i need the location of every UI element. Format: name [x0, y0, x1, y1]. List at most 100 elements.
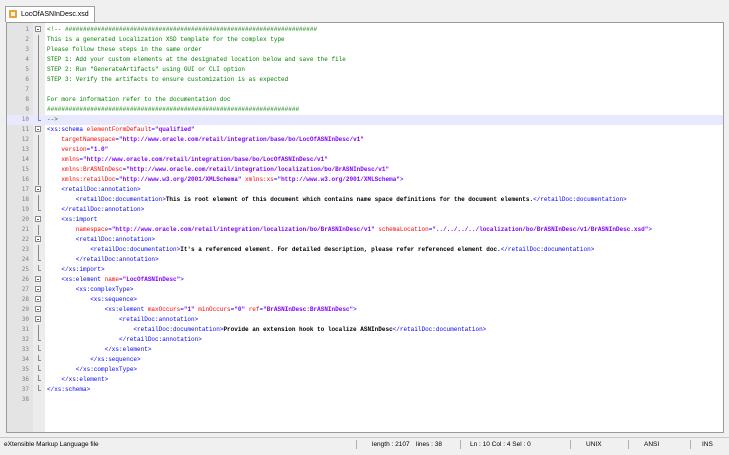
fold-toggle-icon[interactable]: [35, 26, 41, 32]
code-line[interactable]: 38: [7, 395, 723, 405]
code-token: <xs:import: [47, 216, 98, 223]
editor-window: LocOfASNInDesc.xsd 1 <!-- ###############…: [0, 0, 729, 455]
code-line[interactable]: 14 xmlns="http://www.oracle.com/retail/i…: [7, 155, 723, 165]
fold-toggle-icon[interactable]: [35, 126, 41, 132]
code-line[interactable]: 4 STEP 1: Add your custom elements at the…: [7, 55, 723, 65]
code-token: STEP 2: Run "GenerateArtifacts" using GU…: [47, 66, 246, 73]
code-token: <retailDoc:annotation>: [47, 186, 141, 193]
code-token: STEP 3: Verify the artifacts to ensure c…: [47, 76, 289, 83]
code-line[interactable]: 23 <retailDoc:documentation>It's a refer…: [7, 245, 723, 255]
code-token: ########################################…: [47, 106, 300, 113]
fold-toggle-icon[interactable]: [35, 286, 41, 292]
line-number: 18: [21, 196, 29, 203]
fold-toggle-icon[interactable]: [35, 316, 41, 322]
code-line[interactable]: 32 </retailDoc:annotation>: [7, 335, 723, 345]
code-line[interactable]: 11 <xs:schema elementFormDefault="qualifi…: [7, 125, 723, 135]
code-token: </retailDoc:documentation>: [392, 326, 487, 333]
code-line[interactable]: 28 <xs:sequence>: [7, 295, 723, 305]
code-line[interactable]: 24 </retailDoc:annotation>: [7, 255, 723, 265]
code-text: </xs:element>: [47, 375, 108, 385]
status-eol: UNIX: [586, 441, 602, 448]
code-text: <xs:sequence>: [47, 295, 137, 305]
code-text: version="1.0": [47, 145, 108, 155]
fold-guide-icon: [38, 375, 41, 381]
code-text: <xs:import: [47, 215, 97, 225]
code-line[interactable]: 8 For more information refer to the docum…: [7, 95, 723, 105]
code-line[interactable]: 1 <!-- ##################################…: [7, 25, 723, 35]
code-text: STEP 1: Add your custom elements at the …: [47, 55, 346, 65]
code-line[interactable]: 30 <retailDoc:annotation>: [7, 315, 723, 325]
code-token: </retailDoc:annotation>: [47, 336, 202, 343]
code-line[interactable]: 13 version="1.0": [7, 145, 723, 155]
fold-guide-icon: [38, 355, 41, 361]
fold-guide-icon: [38, 345, 41, 351]
code-line[interactable]: 6 STEP 3: Verify the artifacts to ensure …: [7, 75, 723, 85]
code-editor[interactable]: 1 <!-- ##################################…: [6, 22, 724, 433]
code-line[interactable]: 19 </retailDoc:annotation>: [7, 205, 723, 215]
code-line[interactable]: 27 <xs:complexType>: [7, 285, 723, 295]
line-number: 36: [21, 376, 29, 383]
code-line[interactable]: 7: [7, 85, 723, 95]
code-line[interactable]: 12 targetNamespace="http://www.oracle.co…: [7, 135, 723, 145]
code-line[interactable]: 10 -->: [7, 115, 723, 125]
code-line[interactable]: 5 STEP 2: Run "GenerateArtifacts" using G…: [7, 65, 723, 75]
code-line[interactable]: 3 Please follow these steps in the same o…: [7, 45, 723, 55]
fold-toggle-icon[interactable]: [35, 306, 41, 312]
line-number: 22: [21, 236, 29, 243]
code-text: <retailDoc:documentation>Provide an exte…: [47, 325, 486, 335]
fold-toggle-icon[interactable]: [35, 276, 41, 282]
code-token: "1.0": [90, 146, 109, 153]
code-line[interactable]: 35 </xs:complexType>: [7, 365, 723, 375]
fold-toggle-icon[interactable]: [35, 186, 41, 192]
code-line[interactable]: 17 <retailDoc:annotation>: [7, 185, 723, 195]
code-token: "1": [183, 306, 195, 313]
fold-toggle-icon[interactable]: [35, 236, 41, 242]
code-line[interactable]: 31 <retailDoc:documentation>Provide an e…: [7, 325, 723, 335]
code-text: -->: [47, 115, 58, 125]
fold-guide-icon: [38, 45, 39, 55]
code-token: "http://www.oracle.com/retail/integratio…: [126, 166, 390, 173]
code-line[interactable]: 34 </xs:sequence>: [7, 355, 723, 365]
code-token: </retailDoc:documentation>: [533, 196, 627, 203]
fold-toggle-icon[interactable]: [35, 296, 41, 302]
code-token: version: [47, 146, 87, 153]
code-line[interactable]: 29 <xs:element maxOccurs="1" minOccurs="…: [7, 305, 723, 315]
tab-file[interactable]: LocOfASNInDesc.xsd: [5, 6, 95, 22]
code-token: <retailDoc:annotation>: [47, 236, 156, 243]
fold-toggle-icon[interactable]: [35, 216, 41, 222]
code-line[interactable]: 33 </xs:element>: [7, 345, 723, 355]
code-line[interactable]: 25 </xs:import>: [7, 265, 723, 275]
code-line[interactable]: 21 namespace="http://www.oracle.com/reta…: [7, 225, 723, 235]
code-token: maxOccurs: [147, 306, 181, 313]
code-line[interactable]: 16 xmlns:retailDoc="http://www.w3.org/20…: [7, 175, 723, 185]
code-line[interactable]: 37 </xs:schema>: [7, 385, 723, 395]
line-number: 3: [25, 46, 29, 53]
code-line[interactable]: 20 <xs:import: [7, 215, 723, 225]
code-line[interactable]: 2 This is a generated Localization XSD te…: [7, 35, 723, 45]
code-token: targetNamespace: [47, 136, 116, 143]
code-text: xmlns:retailDoc="http://www.w3.org/2001/…: [47, 175, 403, 185]
code-line[interactable]: 26 <xs:element name="LocOfASNInDesc">: [7, 275, 723, 285]
code-line[interactable]: 18 <retailDoc:documentation>This is root…: [7, 195, 723, 205]
line-number: 2: [25, 36, 29, 43]
code-token: </xs:schema>: [47, 386, 91, 393]
fold-guide-icon: [38, 335, 41, 341]
line-number: 1: [25, 26, 29, 33]
code-line[interactable]: 9 #######################################…: [7, 105, 723, 115]
fold-guide-icon: [38, 145, 39, 155]
code-text: Please follow these steps in the same or…: [47, 45, 202, 55]
line-number: 15: [21, 166, 29, 173]
code-text: <retailDoc:documentation>It's a referenc…: [47, 245, 594, 255]
status-bar: eXtensible Markup Language file length :…: [0, 437, 729, 452]
code-token: <xs:schema: [47, 126, 87, 133]
code-text: </xs:element>: [47, 345, 152, 355]
status-mode: INS: [702, 441, 713, 448]
status-file-type: eXtensible Markup Language file: [4, 441, 99, 448]
code-line[interactable]: 15 xmlns:BrASNInDesc="http://www.oracle.…: [7, 165, 723, 175]
code-line[interactable]: 22 <retailDoc:annotation>: [7, 235, 723, 245]
line-number: 33: [21, 346, 29, 353]
fold-guide-icon: [38, 155, 39, 165]
line-number: 21: [21, 226, 29, 233]
code-token: <retailDoc:documentation>: [47, 326, 224, 333]
code-line[interactable]: 36 </xs:element>: [7, 375, 723, 385]
